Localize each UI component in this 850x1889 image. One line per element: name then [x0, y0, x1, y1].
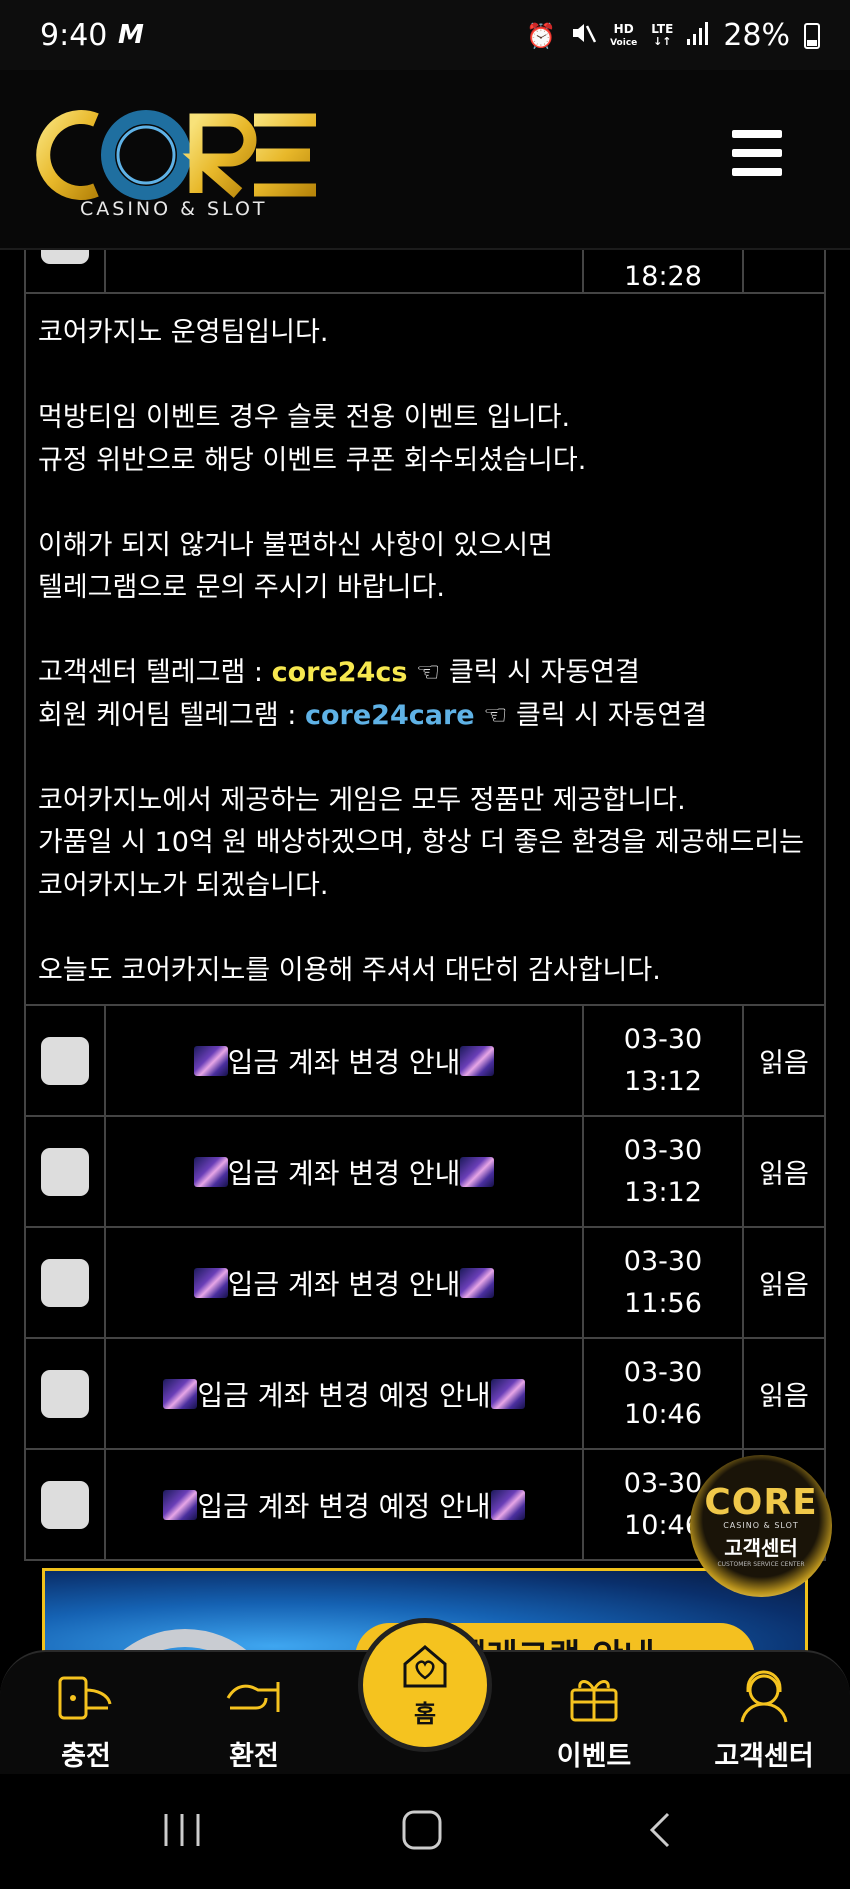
- row-date: 03-30 13:12: [584, 1006, 744, 1115]
- row-title-cell: [106, 250, 584, 292]
- message-line: 코어카지노가 되겠습니다.: [38, 869, 329, 901]
- pointing-hand-icon: ☜: [416, 657, 441, 688]
- hamburger-icon-bar: [732, 130, 782, 138]
- system-nav-bar: [0, 1774, 850, 1889]
- hd-voice-icon: HD Voice: [610, 21, 638, 48]
- back-button[interactable]: [646, 1810, 676, 1854]
- row-checkbox[interactable]: [41, 250, 89, 264]
- row-checkbox[interactable]: [41, 1147, 89, 1196]
- recent-apps-button[interactable]: [160, 1810, 204, 1854]
- row-checkbox[interactable]: [41, 1480, 89, 1529]
- row-status: 읽음: [759, 1270, 809, 1301]
- galaxy-icon: [163, 1489, 198, 1520]
- table-row[interactable]: 입금 계좌 변경 안내 03-30 11:56 읽음: [24, 1228, 826, 1339]
- signal-icon: [687, 18, 709, 53]
- pointing-hand-icon: ☜: [483, 699, 508, 731]
- battery-percent: 28%: [723, 18, 790, 53]
- notice-table: 18:28 코어카지노 운영팀입니다. 먹방티임 이벤트 경우 슬롯 전용 이벤…: [24, 250, 826, 1561]
- care-telegram-line: 회원 케어팀 텔레그램 : core24care ☜ 클릭 시 자동연결: [38, 699, 708, 731]
- gift-icon: [534, 1666, 654, 1726]
- row-title[interactable]: 입금 계좌 변경 안내: [106, 1006, 584, 1115]
- message-line: 코어카지노에서 제공하는 게임은 모두 정품만 제공합니다.: [38, 784, 686, 816]
- hamburger-icon-bar: [732, 149, 782, 157]
- cs-badge-logo: CORE: [704, 1481, 818, 1523]
- row-date-cell: 18:28: [584, 250, 744, 292]
- nav-exchange[interactable]: 환전: [194, 1666, 314, 1773]
- expanded-row-header[interactable]: 18:28: [24, 250, 826, 294]
- galaxy-icon: [193, 1045, 228, 1076]
- mute-icon: [570, 20, 597, 52]
- status-time: 9:40: [40, 18, 108, 53]
- galaxy-icon: [460, 1267, 495, 1298]
- galaxy-icon: [163, 1378, 198, 1409]
- message-body: 코어카지노 운영팀입니다. 먹방티임 이벤트 경우 슬롯 전용 이벤트 입니다.…: [24, 294, 826, 1006]
- exchange-icon: [194, 1666, 314, 1726]
- cs-badge-label: 고객센터: [724, 1535, 798, 1560]
- row-checkbox[interactable]: [41, 1369, 89, 1418]
- row-date: 03-30 13:12: [584, 1117, 744, 1226]
- headset-icon: [704, 1666, 824, 1726]
- status-bar: 9:40 M ⏰ HD Voice LTE ↓↑ 28%: [0, 0, 850, 70]
- row-status-cell: [744, 250, 824, 292]
- lte-icon: LTE ↓↑: [651, 22, 674, 48]
- message-line: 이해가 되지 않거나 불편하신 사항이 있으시면: [38, 529, 553, 561]
- galaxy-icon: [460, 1156, 495, 1187]
- logo-subtitle: CASINO & SLOT: [80, 198, 268, 218]
- hamburger-icon-bar: [732, 168, 782, 176]
- galaxy-icon: [490, 1489, 525, 1520]
- status-icons: ⏰ HD Voice LTE ↓↑ 28%: [526, 18, 820, 53]
- nav-home-button[interactable]: 홈: [358, 1618, 492, 1752]
- galaxy-icon: [490, 1378, 525, 1409]
- galaxy-icon: [460, 1045, 495, 1076]
- message-line: 코어카지노 운영팀입니다.: [38, 317, 329, 348]
- galaxy-icon: [193, 1156, 228, 1187]
- row-status: 읽음: [759, 1159, 809, 1190]
- row-title[interactable]: 입금 계좌 변경 예정 안내: [106, 1339, 584, 1448]
- message-line: 오늘도 코어카지노를 이용해 주셔서 대단히 감사합니다.: [38, 954, 661, 986]
- site-header: CASINO & SLOT: [0, 70, 850, 250]
- message-line: 텔레그램으로 문의 주시기 바랍니다.: [38, 572, 445, 603]
- row-checkbox[interactable]: [41, 1036, 89, 1085]
- alarm-icon: ⏰: [526, 21, 557, 50]
- cs-telegram-link[interactable]: core24cs: [272, 657, 408, 688]
- row-title[interactable]: 입금 계좌 변경 안내: [106, 1228, 584, 1337]
- row-time: 18:28: [624, 261, 702, 292]
- row-date: 03-30 10:46: [584, 1339, 744, 1448]
- nav-charge[interactable]: 충전: [26, 1666, 146, 1773]
- message-line: 가품일 시 10억 원 배상하겠으며, 항상 더 좋은 환경을 제공해드리는: [38, 827, 805, 858]
- row-title[interactable]: 입금 계좌 변경 안내: [106, 1117, 584, 1226]
- nav-support[interactable]: 고객센터: [704, 1666, 824, 1773]
- battery-icon: [804, 22, 820, 49]
- row-title[interactable]: 입금 계좌 변경 예정 안내: [106, 1450, 584, 1559]
- cs-telegram-line: 고객센터 텔레그램 : core24cs ☜ 클릭 시 자동연결: [38, 657, 640, 688]
- table-row[interactable]: 입금 계좌 변경 예정 안내 03-30 10:46 읽음: [24, 1339, 826, 1450]
- charge-icon: [26, 1666, 146, 1726]
- row-checkbox-cell: [26, 250, 106, 292]
- row-status: 읽음: [759, 1381, 809, 1412]
- home-system-button[interactable]: [400, 1810, 444, 1854]
- table-row[interactable]: 입금 계좌 변경 안내 03-30 13:12 읽음: [24, 1006, 826, 1117]
- core-logo[interactable]: CASINO & SLOT: [34, 98, 324, 220]
- row-status: 읽음: [759, 1048, 809, 1079]
- row-checkbox[interactable]: [41, 1258, 89, 1307]
- nav-event[interactable]: 이벤트: [534, 1666, 654, 1773]
- carrier-icon: M: [118, 20, 144, 50]
- message-line: 먹방티임 이벤트 경우 슬롯 전용 이벤트 입니다.: [38, 402, 571, 433]
- care-telegram-link[interactable]: core24care: [305, 700, 475, 731]
- table-row[interactable]: 입금 계좌 변경 안내 03-30 13:12 읽음: [24, 1117, 826, 1228]
- home-heart-icon: [403, 1644, 447, 1687]
- hamburger-menu-button[interactable]: [732, 130, 782, 176]
- galaxy-icon: [193, 1267, 228, 1298]
- message-line: 규정 위반으로 해당 이벤트 쿠폰 회수되셨습니다.: [38, 444, 587, 476]
- row-date: 03-30 11:56: [584, 1228, 744, 1337]
- customer-service-float-button[interactable]: CORE CASINO & SLOT 고객센터 CUSTOMER SERVICE…: [690, 1455, 832, 1597]
